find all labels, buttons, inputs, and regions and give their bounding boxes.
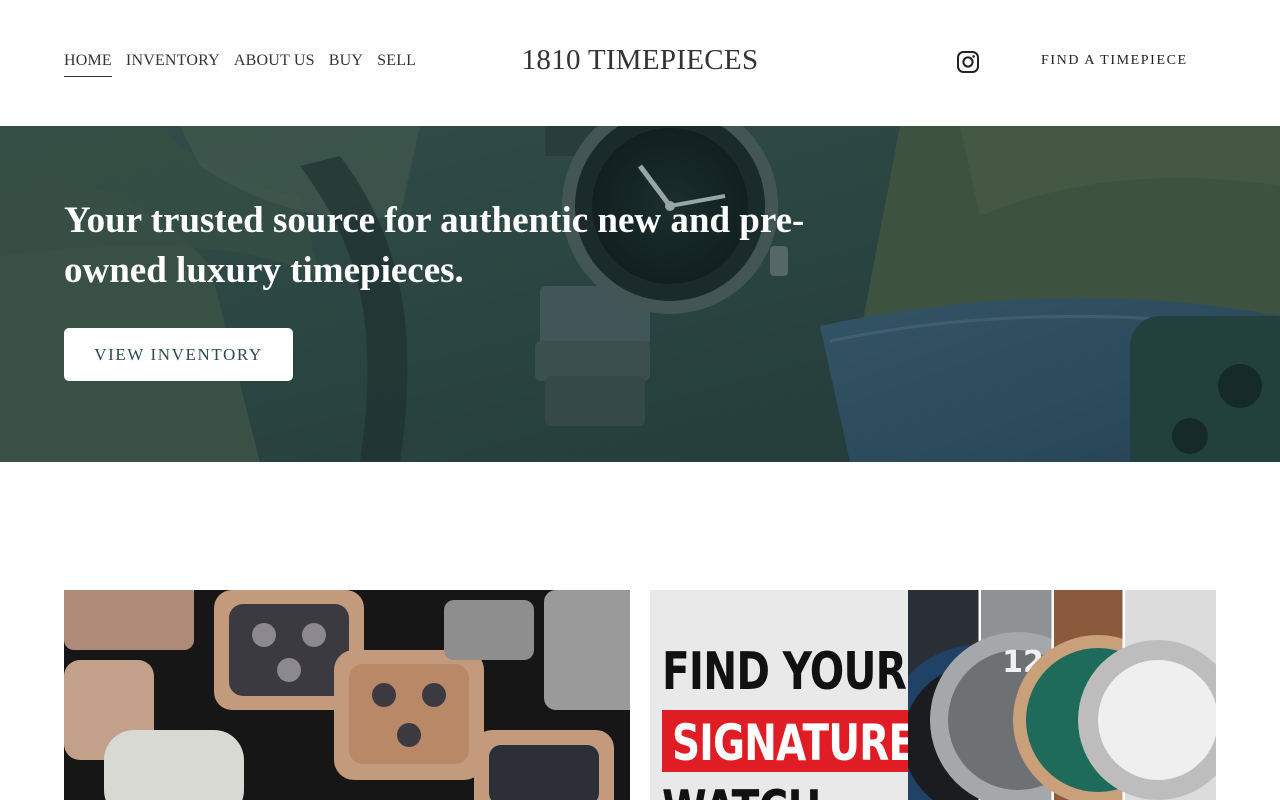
nav-inventory[interactable]: INVENTORY [126, 52, 220, 77]
promo-line-3: WATCH [662, 780, 821, 800]
site-header: HOME INVENTORY ABOUT US BUY SELL 1810 TI… [0, 0, 1280, 126]
instagram-icon[interactable] [956, 50, 980, 74]
site-logo[interactable]: 1810 TIMEPIECES [522, 44, 759, 76]
watch-dials-collage: 9 12 3 [908, 590, 1216, 800]
nav-buy[interactable]: BUY [329, 52, 363, 77]
find-a-timepiece-link[interactable]: FIND A TIMEPIECE [1041, 53, 1188, 69]
view-inventory-button[interactable]: VIEW INVENTORY [64, 328, 293, 381]
promo-line-2: SIGNATURE [672, 714, 915, 772]
signature-watch-banner[interactable]: FIND YOUR SIGNATURE WATCH 9 12 3 [650, 590, 1216, 800]
hero-title: Your trusted source for authentic new an… [64, 200, 805, 291]
main-nav: HOME INVENTORY ABOUT US BUY SELL [64, 52, 416, 77]
nav-home[interactable]: HOME [64, 52, 112, 77]
promo-line-1: FIND YOUR [662, 642, 907, 702]
hero-banner: Your trusted source for authentic new an… [0, 126, 1280, 462]
watches-tray-image[interactable] [64, 590, 630, 800]
nav-about-us[interactable]: ABOUT US [234, 52, 315, 77]
audemars-piguet-photo [64, 590, 630, 800]
nav-sell[interactable]: SELL [377, 52, 416, 77]
